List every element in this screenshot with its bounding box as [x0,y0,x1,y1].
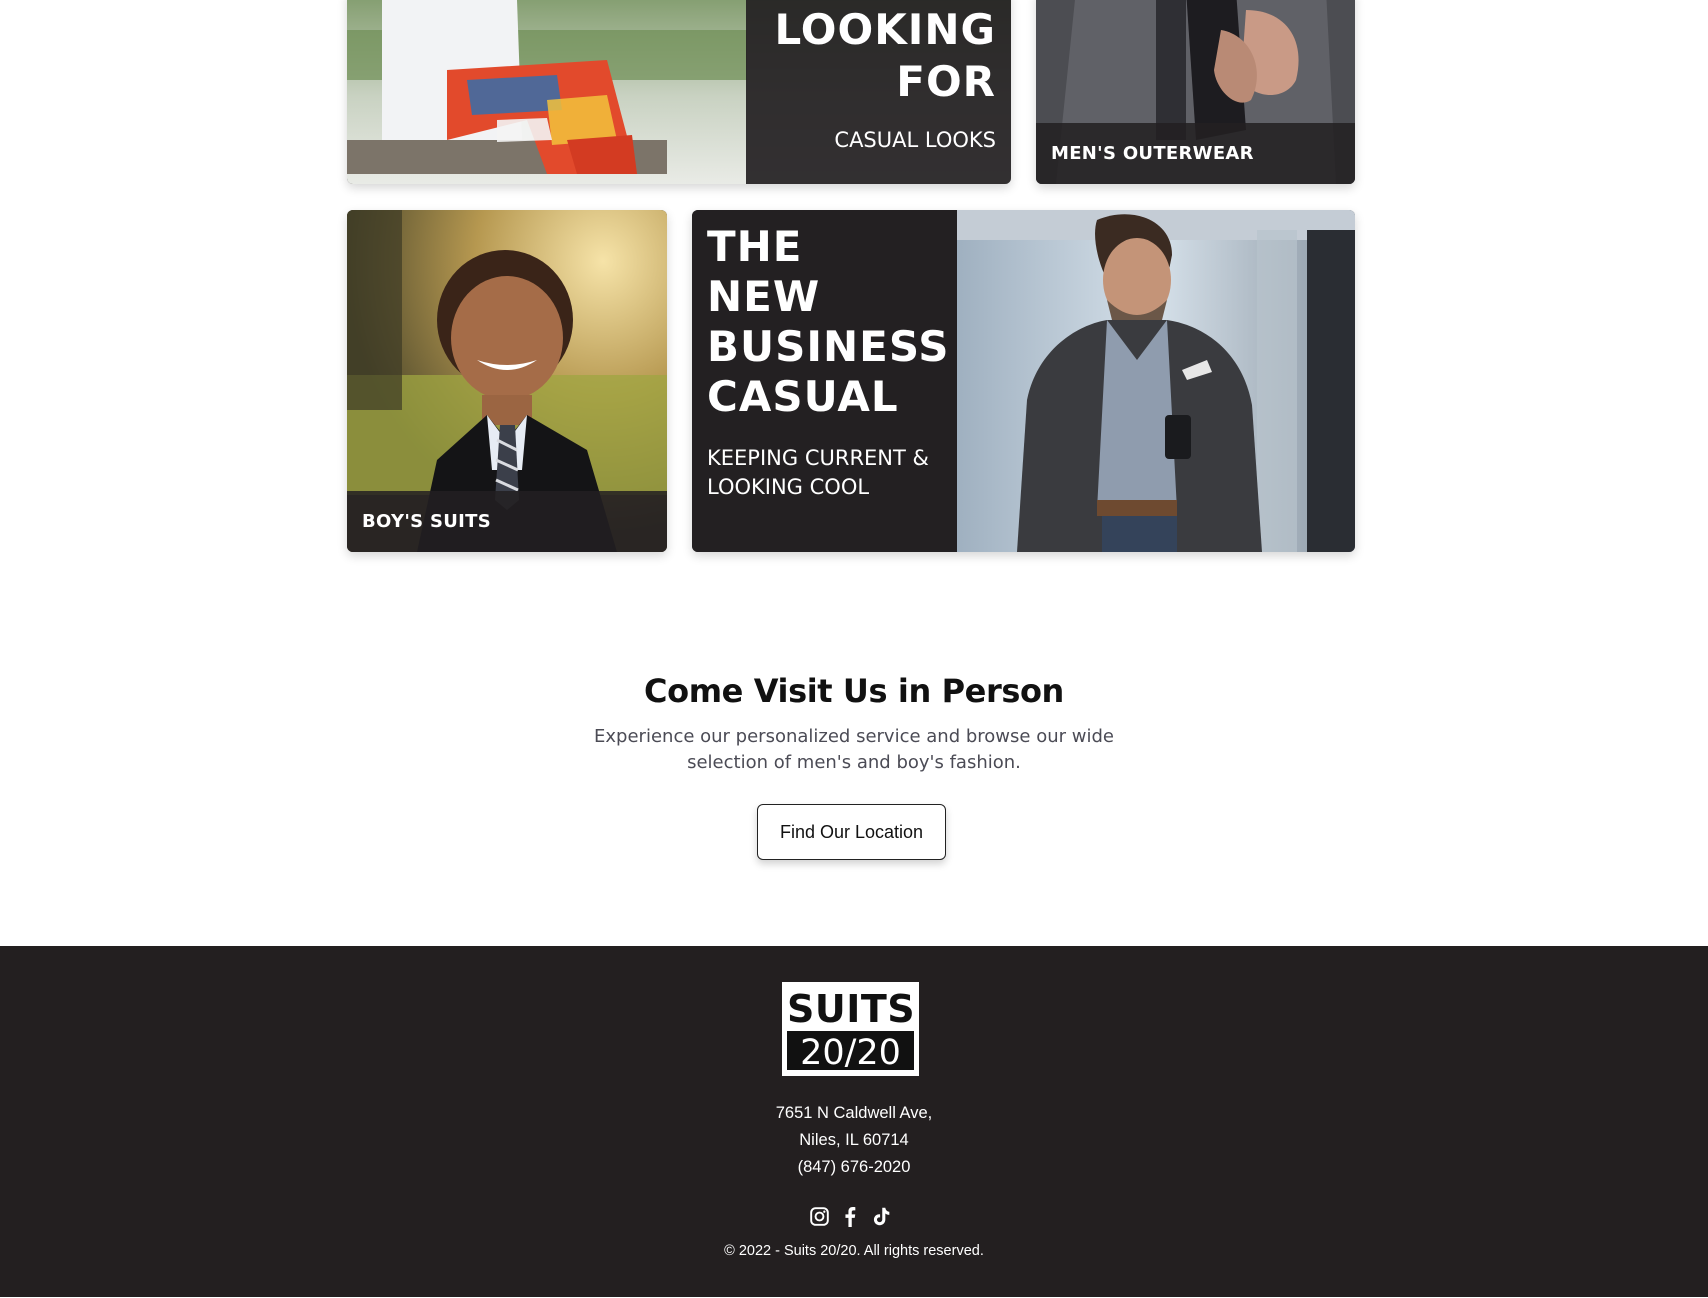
boys-suits-label: BOY'S SUITS [347,491,667,552]
logo-bottom-text: 20/20 [787,1031,914,1073]
visit-section: Come Visit Us in Person Experience our p… [0,640,1708,946]
phone-number: (847) 676-2020 [797,1158,911,1176]
visit-heading: Come Visit Us in Person [644,672,1064,710]
casual-looks-tile[interactable]: LOOKING FOR CASUAL LOOKS [347,0,1011,184]
business-casual-title: THE NEW BUSINESS CASUAL [707,222,950,421]
find-location-button[interactable]: Find Our Location [757,804,946,860]
copyright-text: © 2022 - Suits 20/20. All rights reserve… [724,1243,984,1259]
logo-top-text: SUITS [787,987,916,1031]
mens-outerwear-tile[interactable]: MEN'S OUTERWEAR [1036,0,1355,184]
store-address: 7651 N Caldwell Ave, Niles, IL 60714 (84… [0,1100,1708,1181]
footer: SUITS 20/20 7651 N Caldwell Ave, Niles, … [0,946,1708,1298]
business-casual-overlay: THE NEW BUSINESS CASUAL KEEPING CURRENT … [692,210,957,552]
tiktok-icon[interactable] [870,1205,892,1227]
page: LOOKING FOR CASUAL LOOKS MEN'S OUTERWEAR [0,0,1708,1298]
suits-2020-logo[interactable]: SUITS 20/20 [782,982,919,1076]
casual-looks-subtitle: CASUAL LOOKS [834,128,996,152]
boys-suits-tile[interactable]: BOY'S SUITS [347,210,667,552]
address-line-1: 7651 N Caldwell Ave, [775,1104,933,1122]
social-links [808,1205,892,1227]
instagram-icon[interactable] [808,1205,830,1227]
casual-looks-title: LOOKING FOR [774,5,996,106]
business-casual-photo [957,210,1355,552]
facebook-icon[interactable] [839,1205,861,1227]
casual-looks-overlay: LOOKING FOR CASUAL LOOKS [746,0,1011,184]
mens-outerwear-label: MEN'S OUTERWEAR [1036,123,1355,184]
business-casual-tile[interactable]: THE NEW BUSINESS CASUAL KEEPING CURRENT … [692,210,1355,552]
address-line-2: Niles, IL 60714 [799,1131,909,1149]
visit-description: Experience our personalized service and … [594,726,1114,773]
business-casual-subtitle: KEEPING CURRENT & LOOKING COOL [707,446,929,499]
